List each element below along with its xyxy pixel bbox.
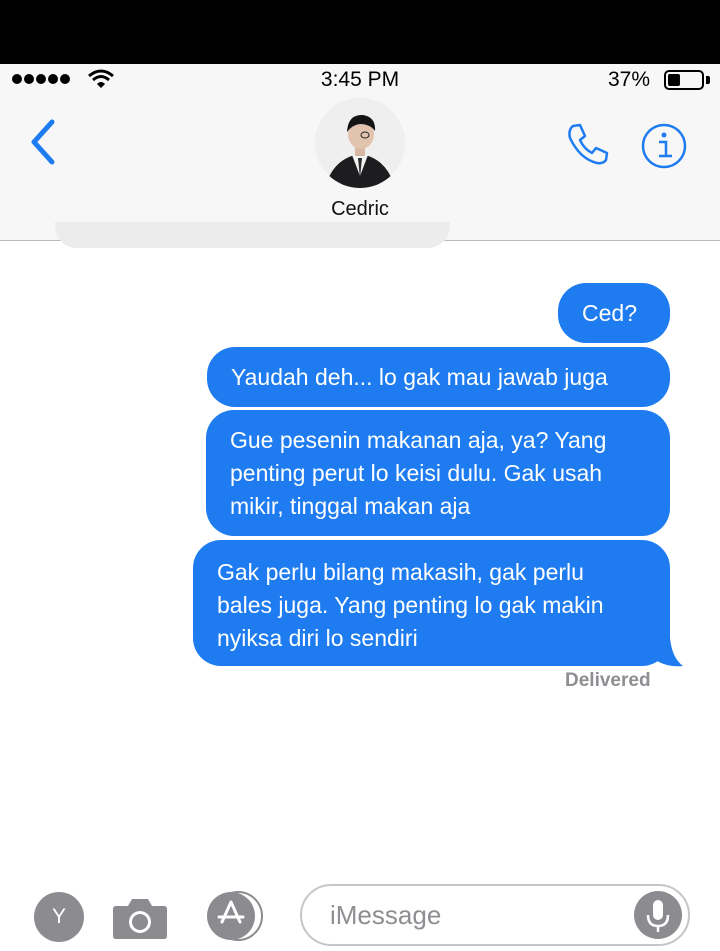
compose-bar: Y iMessage (0, 870, 720, 951)
contact-name[interactable]: Cedric (0, 198, 720, 221)
conversation-header: 3:45 PM 37% Cedric (0, 64, 720, 241)
phone-icon[interactable] (563, 120, 611, 168)
message-bubble[interactable]: Yaudah deh... lo gak mau jawab juga (207, 347, 670, 407)
back-chevron-icon[interactable] (26, 118, 62, 166)
message-bubble[interactable]: Gue pesenin makanan aja, ya? Yang pentin… (206, 410, 670, 536)
battery-icon (664, 70, 704, 90)
battery-percentage: 37% (607, 68, 650, 91)
delivery-status: Delivered (565, 670, 651, 691)
status-bar: 3:45 PM 37% (0, 64, 720, 98)
info-icon[interactable] (640, 122, 688, 170)
app-button-letter: Y (51, 905, 66, 928)
message-bubble[interactable]: Ced? (558, 283, 670, 343)
bubble-tail (650, 638, 683, 667)
app-button-y[interactable]: Y (34, 892, 84, 942)
message-input-placeholder: iMessage (330, 900, 442, 930)
battery-tip (706, 76, 710, 84)
app-store-icon[interactable] (204, 890, 268, 942)
message-input[interactable]: iMessage (300, 884, 690, 946)
previous-message-remnant (55, 222, 450, 248)
camera-icon[interactable] (112, 896, 168, 940)
avatar[interactable] (315, 98, 405, 188)
black-top-band (0, 0, 720, 64)
message-bubble[interactable]: Gak perlu bilang makasih, gak perlu bale… (193, 540, 670, 666)
microphone-icon[interactable] (634, 891, 682, 939)
